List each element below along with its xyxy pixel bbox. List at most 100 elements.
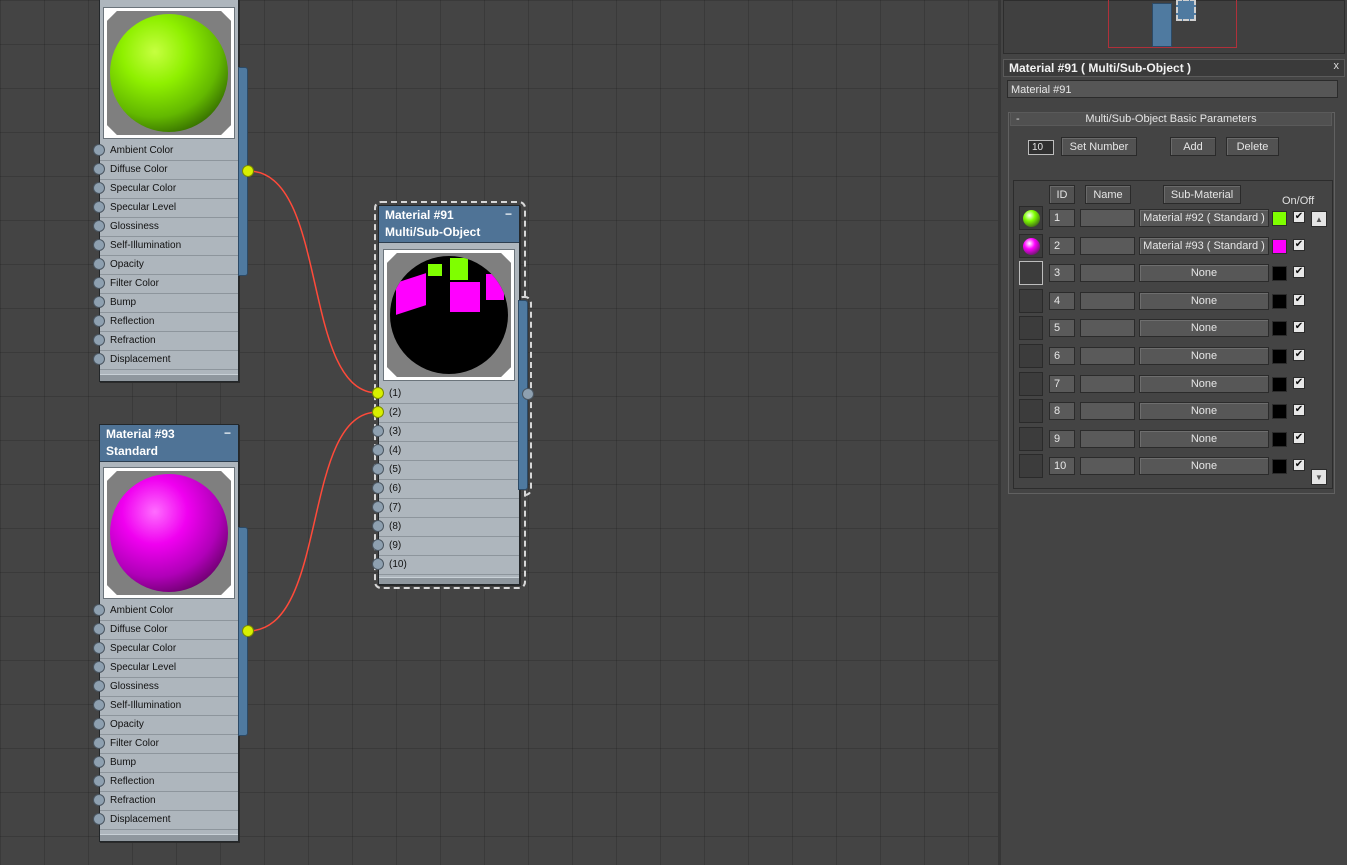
input-slot[interactable]: Ambient Color: [93, 142, 238, 161]
sub-material-preview[interactable]: [1019, 454, 1043, 479]
color-swatch[interactable]: [1272, 321, 1287, 337]
input-socket[interactable]: [372, 425, 384, 437]
sub-material-preview[interactable]: [1019, 206, 1043, 230]
id-field[interactable]: 9: [1049, 429, 1075, 448]
input-slot[interactable]: Bump: [93, 754, 238, 773]
color-swatch[interactable]: [1272, 404, 1287, 420]
sub-material-button[interactable]: None: [1139, 347, 1269, 365]
input-socket[interactable]: [93, 220, 105, 232]
scroll-up-icon[interactable]: ▲: [1311, 211, 1327, 227]
color-swatch[interactable]: [1272, 349, 1287, 364]
input-slot[interactable]: (3): [372, 423, 519, 442]
input-slot[interactable]: Ambient Color: [93, 602, 238, 621]
delete-button[interactable]: Delete: [1226, 137, 1279, 156]
input-slot[interactable]: Filter Color: [93, 735, 238, 754]
material-name-field[interactable]: Material #91: [1007, 80, 1338, 98]
node-resize-footer[interactable]: [379, 577, 519, 584]
input-socket[interactable]: [93, 775, 105, 787]
output-socket[interactable]: [242, 625, 254, 637]
multi-sub-object-node[interactable]: Material #91 Multi/Sub-Object − (1) (2) (3…: [372, 205, 520, 585]
input-slot[interactable]: Specular Color: [93, 180, 238, 199]
input-socket[interactable]: [93, 680, 105, 692]
input-slot[interactable]: Self-Illumination: [93, 697, 238, 716]
sub-material-button[interactable]: None: [1139, 291, 1269, 310]
input-socket[interactable]: [93, 813, 105, 825]
input-slot[interactable]: Filter Color: [93, 275, 238, 294]
sub-material-preview[interactable]: [1019, 426, 1043, 451]
input-slot[interactable]: Displacement: [93, 811, 238, 830]
input-socket[interactable]: [93, 604, 105, 616]
input-socket[interactable]: [93, 661, 105, 673]
name-field[interactable]: [1080, 209, 1135, 227]
input-socket[interactable]: [93, 315, 105, 327]
sub-material-preview[interactable]: [1019, 316, 1043, 341]
name-field[interactable]: [1080, 374, 1135, 393]
input-slot[interactable]: Reflection: [93, 313, 238, 332]
sub-material-preview[interactable]: [1019, 233, 1043, 258]
on-off-checkbox[interactable]: ✔: [1293, 349, 1305, 361]
output-socket[interactable]: [522, 388, 534, 400]
name-field[interactable]: [1080, 236, 1135, 255]
panel-splitter[interactable]: [998, 0, 1001, 865]
sort-by-sub-material-button[interactable]: Sub-Material: [1163, 185, 1241, 204]
id-field[interactable]: 8: [1049, 402, 1075, 421]
input-slot[interactable]: Diffuse Color: [93, 161, 238, 180]
input-slot[interactable]: (4): [372, 442, 519, 461]
name-field[interactable]: [1080, 291, 1135, 310]
on-off-checkbox[interactable]: ✔: [1293, 404, 1305, 417]
input-socket[interactable]: [372, 406, 384, 418]
on-off-checkbox[interactable]: ✔: [1293, 459, 1305, 472]
input-slot[interactable]: (2): [372, 404, 519, 423]
input-slot[interactable]: Refraction: [93, 332, 238, 351]
on-off-checkbox[interactable]: ✔: [1293, 293, 1305, 306]
set-number-button[interactable]: Set Number: [1061, 137, 1137, 156]
id-field[interactable]: 5: [1049, 319, 1075, 338]
input-slot[interactable]: Refraction: [93, 792, 238, 811]
input-socket[interactable]: [93, 201, 105, 213]
color-swatch[interactable]: [1272, 293, 1287, 309]
on-off-checkbox[interactable]: ✔: [1293, 431, 1305, 444]
input-socket[interactable]: [93, 163, 105, 175]
node-header[interactable]: Material #93 Standard −: [100, 425, 238, 462]
scroll-down-icon[interactable]: ▼: [1311, 469, 1327, 485]
sub-material-preview[interactable]: [1019, 399, 1043, 424]
sub-material-button[interactable]: None: [1139, 374, 1269, 393]
id-field[interactable]: 6: [1049, 347, 1075, 365]
input-socket[interactable]: [372, 387, 384, 399]
add-button[interactable]: Add: [1170, 137, 1216, 156]
input-socket[interactable]: [93, 353, 105, 365]
name-field[interactable]: [1080, 319, 1135, 338]
id-field[interactable]: 1: [1049, 209, 1075, 227]
minimize-icon[interactable]: −: [505, 208, 512, 220]
id-field[interactable]: 3: [1049, 264, 1075, 283]
input-socket[interactable]: [93, 182, 105, 194]
sub-material-button[interactable]: None: [1139, 264, 1269, 283]
sub-material-button[interactable]: None: [1139, 429, 1269, 448]
input-slot[interactable]: Specular Color: [93, 640, 238, 659]
id-field[interactable]: 10: [1049, 457, 1075, 476]
sub-material-button[interactable]: Material #92 ( Standard ): [1139, 209, 1269, 227]
color-swatch[interactable]: [1272, 376, 1287, 392]
input-socket[interactable]: [93, 737, 105, 749]
input-socket[interactable]: [93, 144, 105, 156]
sub-material-button[interactable]: None: [1139, 402, 1269, 421]
output-socket[interactable]: [242, 165, 254, 177]
sub-material-button[interactable]: None: [1139, 457, 1269, 476]
input-socket[interactable]: [93, 296, 105, 308]
color-swatch[interactable]: [1272, 266, 1287, 282]
on-off-checkbox[interactable]: ✔: [1293, 211, 1305, 223]
name-field[interactable]: [1080, 429, 1135, 448]
input-socket[interactable]: [372, 444, 384, 456]
input-slot[interactable]: Displacement: [93, 351, 238, 370]
input-slot[interactable]: (8): [372, 518, 519, 537]
input-slot[interactable]: Opacity: [93, 716, 238, 735]
name-field[interactable]: [1080, 457, 1135, 476]
input-slot[interactable]: Specular Level: [93, 199, 238, 218]
color-swatch[interactable]: [1272, 211, 1287, 226]
node-header[interactable]: Material #91 Multi/Sub-Object −: [379, 206, 519, 243]
input-socket[interactable]: [93, 718, 105, 730]
input-slot[interactable]: (7): [372, 499, 519, 518]
input-socket[interactable]: [372, 463, 384, 475]
id-field[interactable]: 4: [1049, 291, 1075, 310]
name-field[interactable]: [1080, 402, 1135, 421]
